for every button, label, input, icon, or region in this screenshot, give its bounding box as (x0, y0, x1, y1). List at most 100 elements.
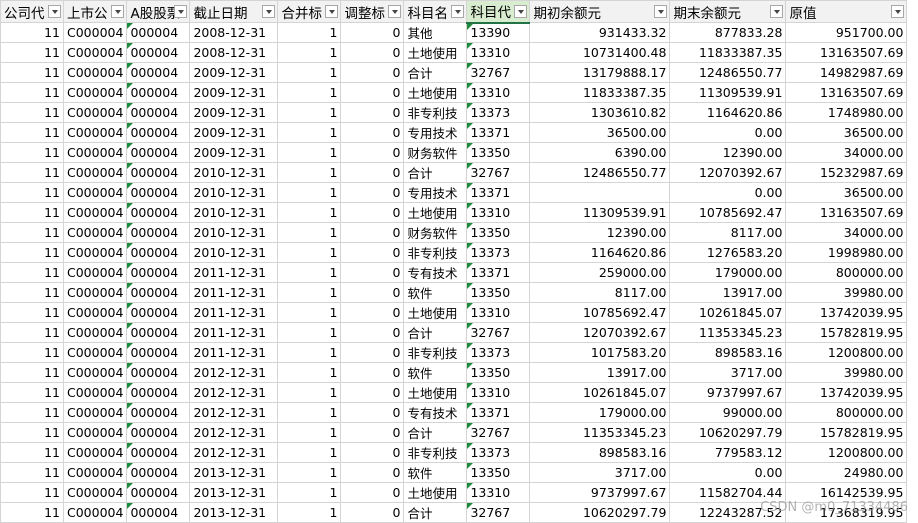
table-cell[interactable]: 2011-12-31 (189, 302, 279, 323)
table-cell[interactable]: 1303610.82 (529, 102, 671, 123)
table-cell[interactable]: 13742039.95 (785, 302, 908, 323)
table-cell[interactable]: 1 (277, 142, 342, 163)
table-cell[interactable]: 13350 (466, 362, 531, 383)
table-cell[interactable]: 12486550.77 (529, 162, 671, 183)
table-cell[interactable]: 2010-12-31 (189, 182, 279, 203)
table-cell[interactable]: C000004 (62, 382, 128, 403)
table-cell[interactable]: 179000.00 (669, 262, 787, 283)
table-cell[interactable]: 000004 (126, 242, 191, 263)
table-cell[interactable]: 13310 (466, 202, 531, 223)
table-cell[interactable]: C000004 (62, 262, 128, 283)
table-cell[interactable]: 0 (340, 342, 405, 363)
table-cell[interactable]: 0 (340, 82, 405, 103)
table-cell[interactable]: 1 (277, 342, 342, 363)
table-cell[interactable]: 11 (0, 482, 64, 503)
table-cell[interactable]: 10620297.79 (529, 502, 671, 523)
table-cell[interactable]: 1276583.20 (669, 242, 787, 263)
table-cell[interactable]: 非专利技 (403, 102, 468, 123)
table-cell[interactable]: 1 (277, 302, 342, 323)
table-cell[interactable]: 779583.12 (669, 442, 787, 463)
column-header[interactable]: 上市公 (62, 0, 128, 23)
table-cell[interactable]: 39980.00 (785, 362, 908, 383)
table-cell[interactable]: 土地使用 (403, 482, 468, 503)
table-cell[interactable]: 000004 (126, 22, 191, 43)
table-cell[interactable]: 13742039.95 (785, 382, 908, 403)
table-cell[interactable]: 0 (340, 122, 405, 143)
table-cell[interactable]: 1 (277, 222, 342, 243)
table-cell[interactable]: 0 (340, 462, 405, 483)
table-cell[interactable]: C000004 (62, 62, 128, 83)
table-cell[interactable]: 0 (340, 102, 405, 123)
table-cell[interactable]: 土地使用 (403, 202, 468, 223)
table-cell[interactable]: 0 (340, 222, 405, 243)
table-cell[interactable]: 11309539.91 (669, 82, 787, 103)
table-cell[interactable]: 0 (340, 182, 405, 203)
table-cell[interactable]: C000004 (62, 342, 128, 363)
table-cell[interactable]: 合计 (403, 322, 468, 343)
table-cell[interactable]: 0 (340, 242, 405, 263)
table-cell[interactable]: C000004 (62, 42, 128, 63)
table-cell[interactable]: C000004 (62, 322, 128, 343)
table-cell[interactable]: 1 (277, 82, 342, 103)
table-cell[interactable]: 1 (277, 62, 342, 83)
table-cell[interactable]: 土地使用 (403, 42, 468, 63)
table-cell[interactable]: 0 (340, 62, 405, 83)
table-cell[interactable]: 1 (277, 282, 342, 303)
table-cell[interactable]: 10261845.07 (529, 382, 671, 403)
table-cell[interactable]: 0 (340, 282, 405, 303)
column-header[interactable]: 合并标 (277, 0, 342, 23)
column-header[interactable]: 期初余额元 (529, 0, 671, 23)
table-cell[interactable]: 0 (340, 162, 405, 183)
table-cell[interactable]: 1 (277, 202, 342, 223)
table-cell[interactable]: 1164620.86 (669, 102, 787, 123)
table-cell[interactable] (529, 182, 671, 203)
table-cell[interactable]: C000004 (62, 502, 128, 523)
table-cell[interactable]: 合计 (403, 422, 468, 443)
table-cell[interactable]: 非专利技 (403, 342, 468, 363)
table-cell[interactable]: 11 (0, 22, 64, 43)
table-cell[interactable]: 11353345.23 (669, 322, 787, 343)
table-cell[interactable]: 专用技术 (403, 122, 468, 143)
table-cell[interactable]: 32767 (466, 422, 531, 443)
table-cell[interactable]: 15782819.95 (785, 322, 908, 343)
table-cell[interactable]: 2011-12-31 (189, 342, 279, 363)
table-cell[interactable]: 800000.00 (785, 262, 908, 283)
table-cell[interactable]: C000004 (62, 442, 128, 463)
table-cell[interactable]: 1 (277, 162, 342, 183)
table-cell[interactable]: 11 (0, 302, 64, 323)
column-header[interactable]: 期末余额元 (669, 0, 787, 23)
table-cell[interactable]: 0 (340, 382, 405, 403)
table-cell[interactable]: 0 (340, 422, 405, 443)
table-cell[interactable]: 合计 (403, 502, 468, 523)
table-cell[interactable]: C000004 (62, 422, 128, 443)
table-cell[interactable]: 13310 (466, 382, 531, 403)
table-cell[interactable]: 11 (0, 282, 64, 303)
table-cell[interactable]: 2008-12-31 (189, 22, 279, 43)
table-cell[interactable]: 11 (0, 242, 64, 263)
table-cell[interactable]: 898583.16 (669, 342, 787, 363)
table-cell[interactable]: 1017583.20 (529, 342, 671, 363)
table-cell[interactable]: 11 (0, 362, 64, 383)
table-cell[interactable]: 2012-12-31 (189, 362, 279, 383)
table-cell[interactable]: 1748980.00 (785, 102, 908, 123)
table-cell[interactable]: 2013-12-31 (189, 462, 279, 483)
table-cell[interactable]: C000004 (62, 462, 128, 483)
table-cell[interactable]: 11309539.91 (529, 202, 671, 223)
table-cell[interactable]: 000004 (126, 282, 191, 303)
table-cell[interactable]: C000004 (62, 102, 128, 123)
filter-dropdown-icon[interactable] (325, 5, 339, 18)
table-cell[interactable]: 2010-12-31 (189, 202, 279, 223)
table-cell[interactable]: 1 (277, 122, 342, 143)
table-cell[interactable]: 10785692.47 (529, 302, 671, 323)
table-cell[interactable]: 2010-12-31 (189, 222, 279, 243)
table-cell[interactable]: 000004 (126, 322, 191, 343)
table-cell[interactable]: C000004 (62, 482, 128, 503)
table-cell[interactable]: 11 (0, 462, 64, 483)
table-cell[interactable]: 39980.00 (785, 282, 908, 303)
table-cell[interactable]: 11 (0, 202, 64, 223)
table-cell[interactable]: 13390 (466, 22, 531, 43)
table-cell[interactable]: 1 (277, 482, 342, 503)
table-cell[interactable]: C000004 (62, 182, 128, 203)
table-cell[interactable]: 11 (0, 182, 64, 203)
table-cell[interactable]: 1 (277, 462, 342, 483)
